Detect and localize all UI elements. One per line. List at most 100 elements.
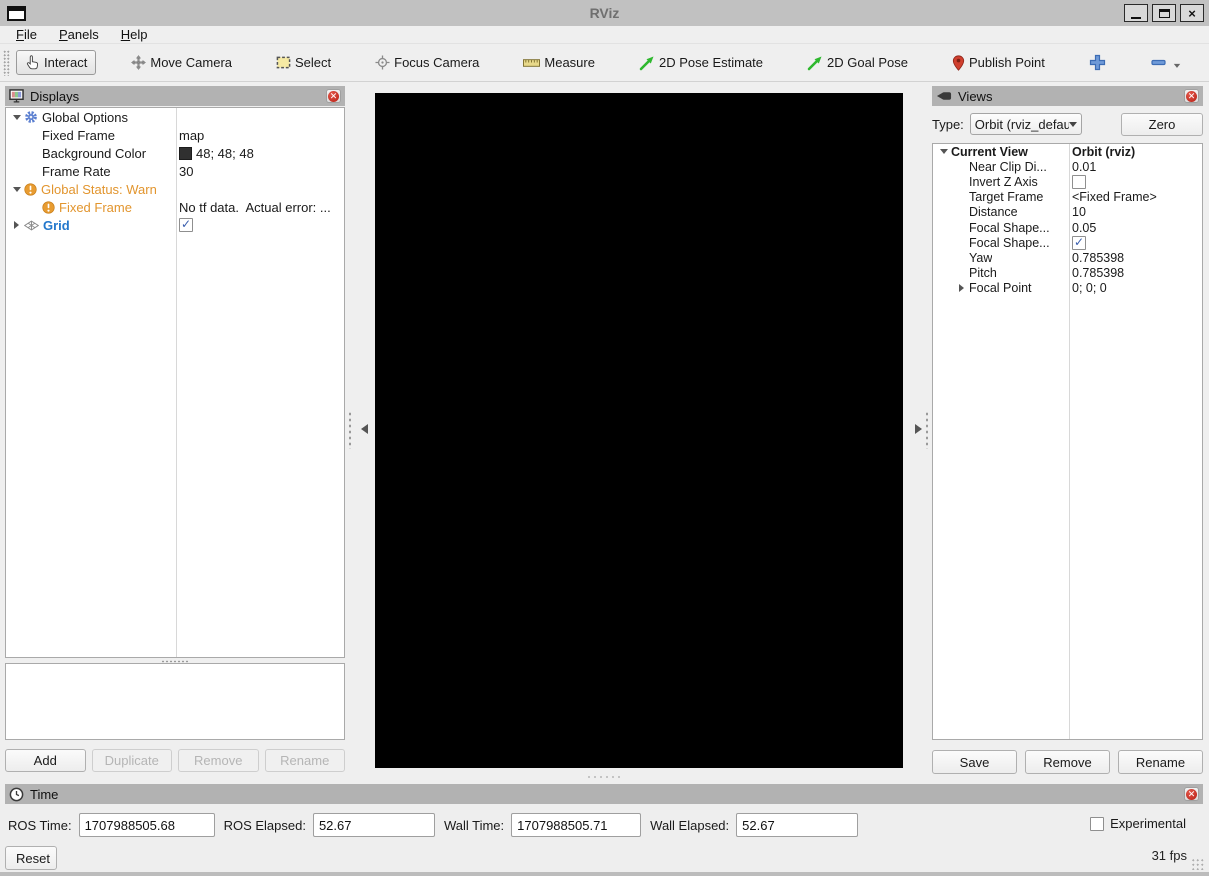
- tool-interact[interactable]: Interact: [16, 50, 96, 75]
- close-button[interactable]: ×: [1180, 4, 1204, 22]
- property-value[interactable]: No tf data. Actual error: ...: [179, 200, 331, 215]
- displays-panel-header[interactable]: Displays ✕: [5, 86, 345, 106]
- menu-item-help[interactable]: Help: [121, 27, 148, 42]
- duplicate-button[interactable]: Duplicate: [92, 749, 173, 772]
- column-divider[interactable]: [1069, 144, 1070, 739]
- tree-row-global-status-warn[interactable]: Global Status: Warn: [6, 180, 344, 198]
- property-value[interactable]: 0; 0; 0: [1072, 281, 1107, 295]
- tree-row-yaw[interactable]: Yaw0.785398: [933, 250, 1202, 265]
- expander-down-icon[interactable]: [9, 183, 24, 196]
- tree-row-frame-rate[interactable]: Frame Rate 30: [6, 162, 344, 180]
- property-value[interactable]: 0.01: [1072, 160, 1096, 174]
- tree-row-grid[interactable]: Grid: [6, 216, 344, 234]
- property-value[interactable]: <Fixed Frame>: [1072, 190, 1157, 204]
- remove-tool-button[interactable]: [1141, 48, 1190, 77]
- property-value[interactable]: 10: [1072, 205, 1086, 219]
- property-label: Focal Shape...: [969, 236, 1050, 250]
- property-value[interactable]: 48; 48; 48: [196, 146, 254, 161]
- reset-button[interactable]: Reset: [5, 846, 57, 870]
- time-close-button[interactable]: ✕: [1184, 787, 1199, 801]
- property-value[interactable]: 30: [179, 164, 193, 179]
- 3d-viewport[interactable]: [375, 93, 903, 768]
- collapse-left-arrow-icon[interactable]: [356, 424, 368, 434]
- checkbox[interactable]: [179, 218, 193, 232]
- property-label: Invert Z Axis: [969, 175, 1038, 189]
- toolbar-drag-handle[interactable]: [3, 50, 10, 76]
- expander-right-icon[interactable]: [954, 284, 969, 292]
- tree-row-invert-z-axis[interactable]: Invert Z Axis: [933, 174, 1202, 189]
- tree-row-focal-point[interactable]: Focal Point0; 0; 0: [933, 281, 1202, 296]
- rename-button[interactable]: Rename: [265, 749, 346, 772]
- views-panel-header[interactable]: Views ✕: [932, 86, 1203, 106]
- left-splitter-handle[interactable]: [348, 411, 353, 449]
- tool-2d-goal-pose[interactable]: 2D Goal Pose: [798, 50, 917, 76]
- menu-item-panels[interactable]: Panels: [59, 27, 99, 42]
- property-value[interactable]: Orbit (rviz): [1072, 145, 1135, 159]
- displays-close-button[interactable]: ✕: [326, 89, 341, 103]
- property-value[interactable]: 0.05: [1072, 221, 1096, 235]
- title-bar[interactable]: RViz ×: [0, 0, 1209, 26]
- time-panel-header[interactable]: Time ✕: [5, 784, 1203, 804]
- time-fields: ROS Time:ROS Elapsed:Wall Time:Wall Elap…: [8, 813, 858, 837]
- tree-row-fixed-frame[interactable]: Fixed Framemap: [6, 126, 344, 144]
- field-input[interactable]: [313, 813, 435, 837]
- property-label: Frame Rate: [42, 164, 111, 179]
- tree-row-focal-shape[interactable]: Focal Shape...: [933, 235, 1202, 250]
- camera-icon: [936, 90, 952, 102]
- bottom-splitter-handle[interactable]: [586, 775, 622, 780]
- column-divider[interactable]: [176, 108, 177, 657]
- tool-move-camera[interactable]: Move Camera: [122, 50, 241, 75]
- tree-row-focal-shape[interactable]: Focal Shape...0.05: [933, 220, 1202, 235]
- checkbox[interactable]: [1072, 175, 1086, 189]
- property-label: Target Frame: [969, 190, 1043, 204]
- plus-icon: [1089, 54, 1106, 71]
- menu-bar: File Panels Help: [0, 26, 1209, 44]
- collapse-right-arrow-icon[interactable]: [915, 424, 927, 434]
- toolbar-tools: Interact Move Camera Select Focus Camera Mea…: [16, 48, 1190, 77]
- maximize-icon: [1159, 9, 1170, 18]
- minimize-button[interactable]: [1124, 4, 1148, 22]
- tree-row-target-frame[interactable]: Target Frame <Fixed Frame>: [933, 190, 1202, 205]
- view-type-dropdown[interactable]: Orbit (rviz_default_p: [970, 113, 1082, 135]
- tree-row-current-view[interactable]: Current View Orbit (rviz): [933, 144, 1202, 159]
- property-label: Current View: [951, 145, 1028, 159]
- expander-down-icon[interactable]: [9, 111, 24, 124]
- tree-row-distance[interactable]: Distance10: [933, 205, 1202, 220]
- add-tool-button[interactable]: [1080, 49, 1115, 76]
- field-input[interactable]: [79, 813, 215, 837]
- rename-button[interactable]: Rename: [1118, 750, 1203, 774]
- checkbox[interactable]: [1072, 236, 1086, 250]
- maximize-button[interactable]: [1152, 4, 1176, 22]
- resize-grip[interactable]: [1191, 858, 1205, 870]
- save-button[interactable]: Save: [932, 750, 1017, 774]
- field-input[interactable]: [511, 813, 641, 837]
- field-input[interactable]: [736, 813, 858, 837]
- tool-select[interactable]: Select: [267, 50, 340, 75]
- remove-button[interactable]: Remove: [178, 749, 259, 772]
- tree-row-fixed-frame[interactable]: Fixed FrameNo tf data. Actual error: ...: [6, 198, 344, 216]
- views-close-button[interactable]: ✕: [1184, 89, 1199, 103]
- menu-item-file[interactable]: File: [16, 27, 37, 42]
- window-icon[interactable]: [7, 6, 26, 21]
- zero-button[interactable]: Zero: [1121, 113, 1203, 136]
- expander-right-icon[interactable]: [9, 221, 24, 229]
- color-swatch[interactable]: [179, 147, 192, 160]
- remove-button[interactable]: Remove: [1025, 750, 1110, 774]
- tree-row-pitch[interactable]: Pitch0.785398: [933, 266, 1202, 281]
- expander-down-icon[interactable]: [936, 145, 951, 158]
- selection-box-icon: [276, 55, 291, 70]
- property-value[interactable]: 0.785398: [1072, 251, 1124, 265]
- tool-publish-point[interactable]: Publish Point: [943, 50, 1054, 76]
- tool-label: Measure: [544, 55, 595, 70]
- toolbar: Interact Move Camera Select Focus Camera Mea…: [0, 44, 1209, 82]
- experimental-checkbox[interactable]: [1090, 817, 1104, 831]
- tree-row-global-options[interactable]: Global Options: [6, 108, 344, 126]
- tool-2d-pose-estimate[interactable]: 2D Pose Estimate: [630, 50, 772, 76]
- property-value[interactable]: 0.785398: [1072, 266, 1124, 280]
- tool-measure[interactable]: Measure: [514, 50, 604, 75]
- tree-row-near-clip-di[interactable]: Near Clip Di...0.01: [933, 159, 1202, 174]
- add-button[interactable]: Add: [5, 749, 86, 772]
- tool-focus-camera[interactable]: Focus Camera: [366, 50, 488, 75]
- tree-row-background-color[interactable]: Background Color48; 48; 48: [6, 144, 344, 162]
- property-value[interactable]: map: [179, 128, 204, 143]
